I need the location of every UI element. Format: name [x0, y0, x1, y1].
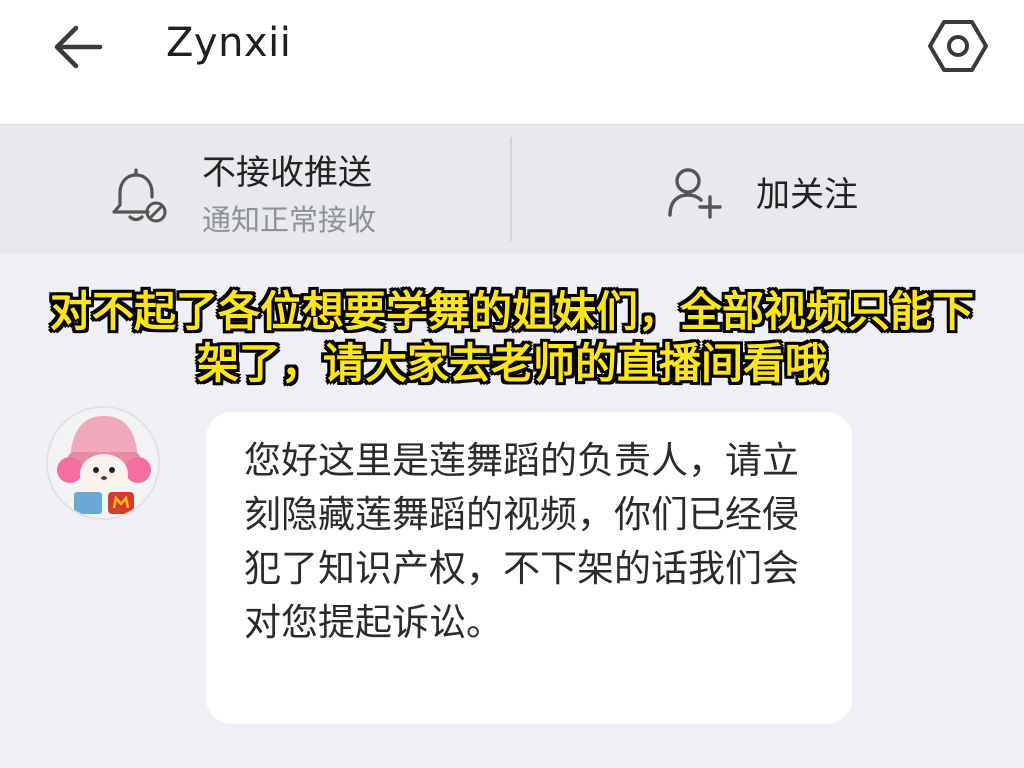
knitted-doll-avatar — [48, 408, 158, 518]
action-bar: 不接收推送 通知正常接收 加关注 — [0, 125, 1024, 253]
follow-label: 加关注 — [756, 175, 858, 215]
push-title: 不接收推送 — [202, 153, 372, 193]
top-bar: Zynxii — [0, 0, 1024, 125]
settings-button[interactable] — [926, 16, 990, 76]
bell-mute-icon — [112, 168, 167, 223]
page-title: Zynxii — [166, 20, 292, 66]
message-text: 您好这里是莲舞蹈的负责人，请立刻隐藏莲舞蹈的视频，你们已经侵犯了知识产权，不下架… — [244, 439, 799, 644]
push-setting-button[interactable]: 不接收推送 通知正常接收 — [108, 137, 498, 243]
arrow-left-icon — [54, 25, 103, 69]
overlay-caption: 对不起了各位想要学舞的姐妹们，全部视频只能下架了，请大家去老师的直播间看哦 — [49, 287, 974, 388]
back-button[interactable] — [50, 22, 106, 72]
hexagon-gear-icon — [928, 20, 988, 72]
avatar[interactable] — [46, 406, 160, 520]
message-bubble[interactable]: 您好这里是莲舞蹈的负责人，请立刻隐藏莲舞蹈的视频，你们已经侵犯了知识产权，不下架… — [206, 412, 852, 724]
divider — [510, 137, 512, 241]
push-subtitle: 通知正常接收 — [202, 203, 377, 237]
follow-button[interactable]: 加关注 — [664, 155, 904, 225]
add-user-icon — [668, 168, 722, 219]
